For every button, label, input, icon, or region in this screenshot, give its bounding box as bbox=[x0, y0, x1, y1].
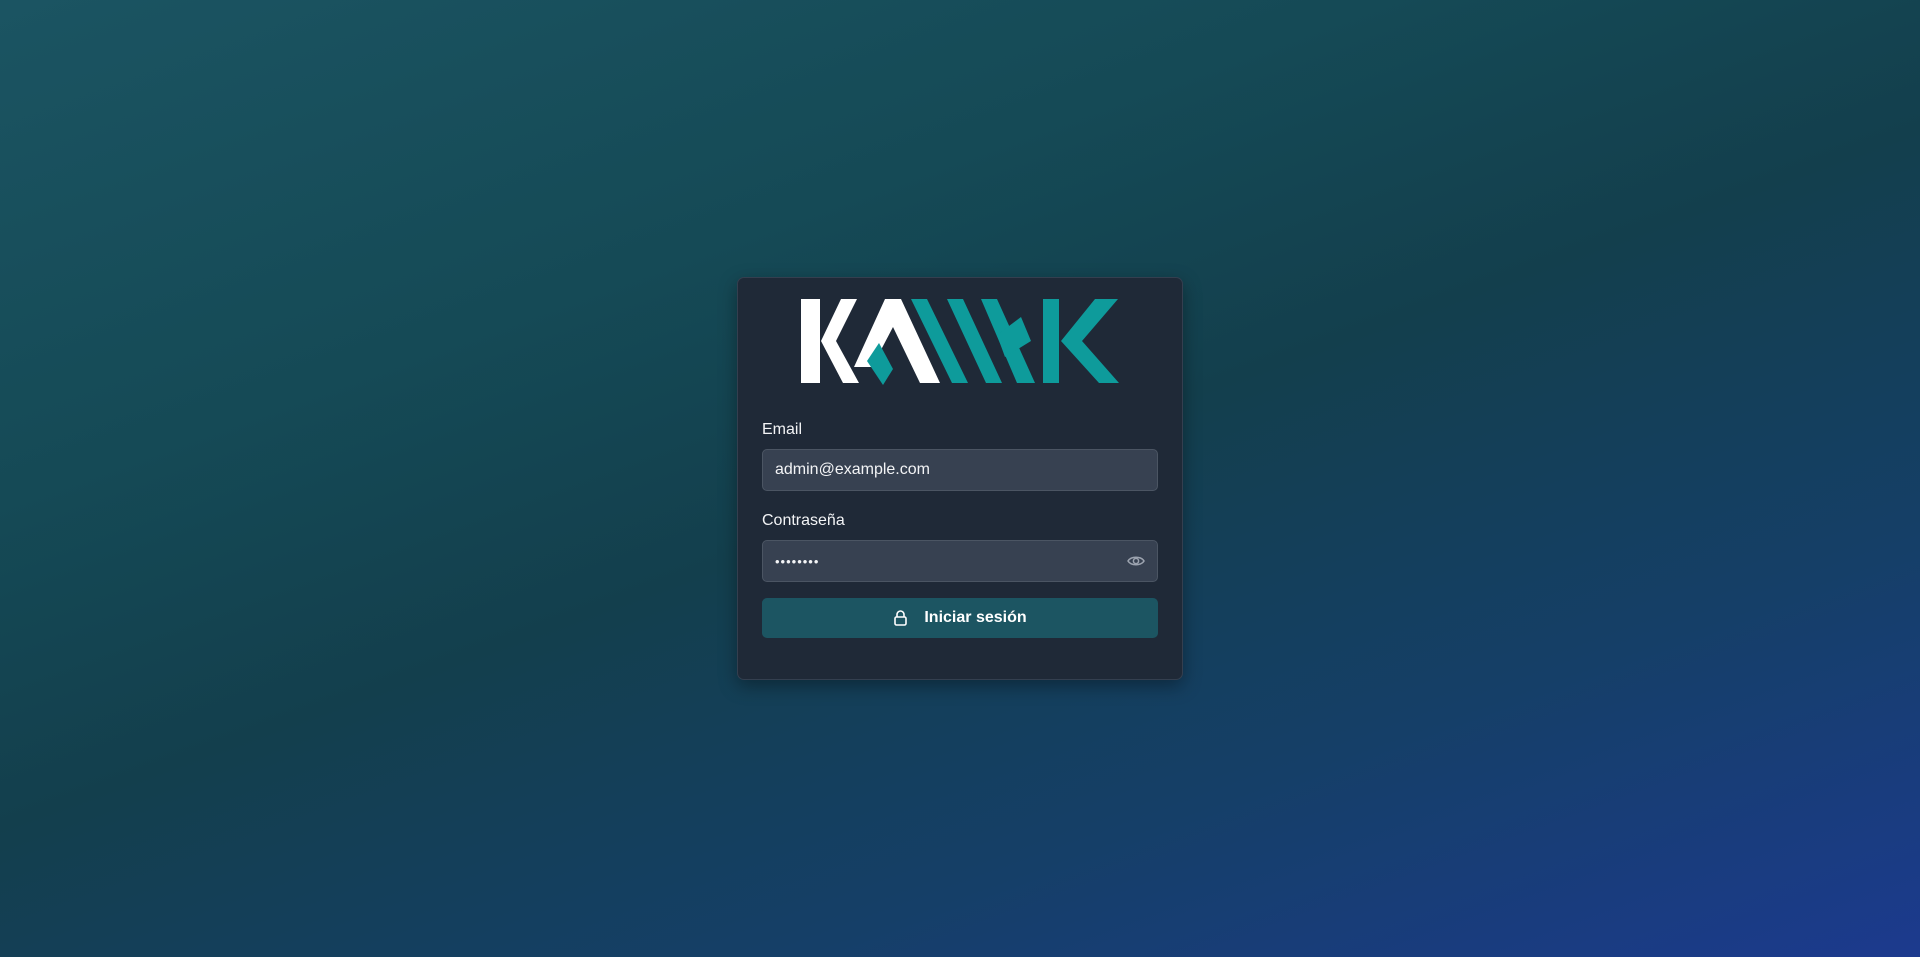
password-value: •••••••• bbox=[775, 553, 820, 569]
login-card: Email Contraseña •••••••• Iniciar sesión bbox=[737, 277, 1183, 680]
password-label: Contraseña bbox=[762, 512, 845, 529]
email-field[interactable] bbox=[763, 450, 1157, 490]
email-field-wrapper bbox=[762, 449, 1158, 491]
brand-logo bbox=[762, 278, 1158, 397]
lock-icon bbox=[893, 610, 908, 626]
login-button-label: Iniciar sesión bbox=[924, 609, 1027, 626]
login-button[interactable]: Iniciar sesión bbox=[762, 598, 1158, 638]
email-label: Email bbox=[762, 421, 803, 438]
password-field[interactable]: •••••••• bbox=[762, 540, 1158, 582]
kamak-logo-icon bbox=[801, 298, 1119, 385]
eye-icon[interactable] bbox=[1127, 554, 1145, 568]
